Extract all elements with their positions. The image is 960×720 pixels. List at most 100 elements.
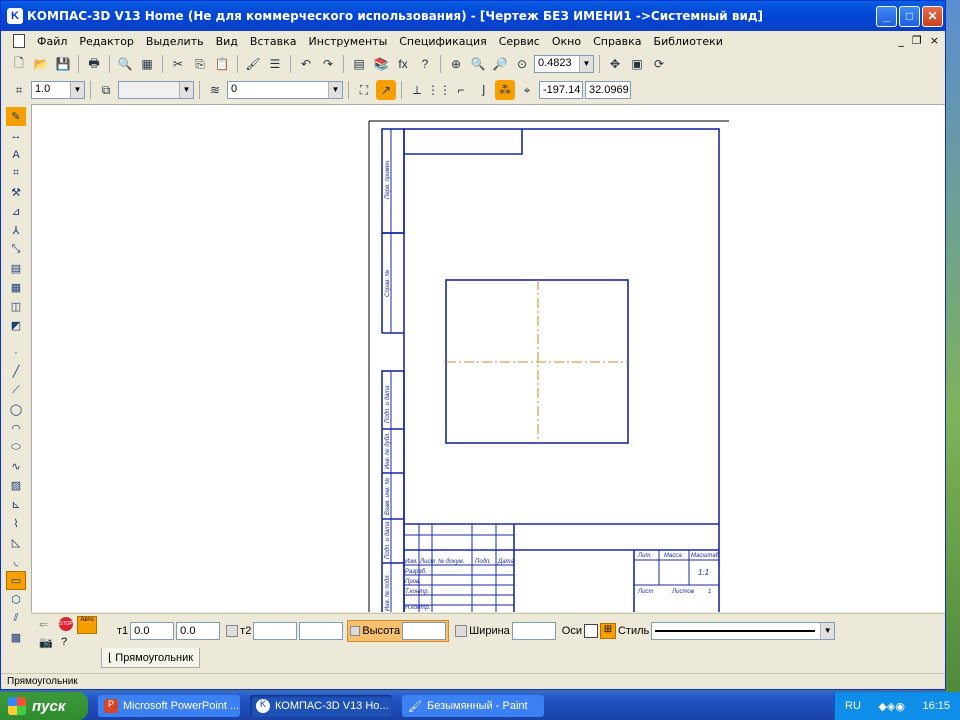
menu-specification[interactable]: Спецификация [393,35,492,48]
menu-libraries[interactable]: Библиотеки [648,35,729,48]
pan-icon[interactable]: ✥ [605,54,625,74]
layers-icon[interactable]: ≋ [205,80,225,100]
view-combo[interactable]: ▼ [118,81,194,99]
designations-panel-icon[interactable]: A [6,145,26,164]
copy-icon[interactable]: ⎘ [190,54,210,74]
fragments-panel-icon[interactable]: ◩ [6,316,26,335]
t1-y-field[interactable]: 0.0 [176,622,221,640]
help-icon[interactable]: ? [61,636,67,648]
axes-on-button[interactable]: ⊞ [599,623,616,639]
undo-icon[interactable]: ↶ [296,54,316,74]
maximize-button[interactable]: □ [899,5,920,27]
show-all-icon[interactable]: ▣ [627,54,647,74]
snap-mode-icon[interactable]: ↗ [376,80,396,100]
zoom-in-icon[interactable]: 🔍 [468,54,488,74]
drawing-canvas[interactable]: Перв. примен. Справ. № Подп. и дата Инв.… [31,104,945,612]
measure-panel-icon[interactable]: ⊿ [6,202,26,221]
polygon-icon[interactable]: ⬡ [6,590,26,609]
menu-edit[interactable]: Редактор [73,35,140,48]
cut-icon[interactable]: ✂ [168,54,188,74]
preview-icon[interactable]: 🔍 [115,54,135,74]
spline-icon[interactable]: ∿ [6,457,26,476]
tree-icon[interactable]: ▤ [349,54,369,74]
mdi-restore-button[interactable]: ❐ [912,34,922,47]
snap-icon[interactable]: ⌗ [9,80,29,100]
zoom-scale-icon[interactable]: ⊙ [512,54,532,74]
local-cs-icon[interactable]: ⌐ [451,80,471,100]
arc-icon[interactable]: ◠ [6,419,26,438]
menu-view[interactable]: Вид [210,35,244,48]
format-brush-icon[interactable]: 🖌 [243,54,263,74]
chamfer-icon[interactable]: ◺ [6,533,26,552]
chevron-down-icon[interactable]: ▼ [70,82,84,98]
edit-panel-icon[interactable]: ⌗ [6,164,26,183]
chevron-down-icon[interactable]: ▼ [179,82,193,98]
view-state-icon[interactable]: ⧉ [96,80,116,100]
coord-y-field[interactable]: 32.0969 [585,81,631,99]
polyline-icon[interactable]: ⊾ [6,495,26,514]
refresh-icon[interactable]: ⟳ [649,54,669,74]
clock[interactable]: 16:15 [922,700,950,712]
state-icon[interactable]: ⛶ [354,80,374,100]
menu-tools[interactable]: Инструменты [303,35,394,48]
zoom-out-icon[interactable]: 🔎 [490,54,510,74]
fillet-icon[interactable]: ◟ [6,552,26,571]
chevron-down-icon[interactable]: ▼ [328,82,342,98]
chevron-down-icon[interactable]: ▼ [579,56,593,72]
menu-help[interactable]: Справка [587,35,647,48]
arrow-left-icon[interactable]: ⇐ [39,618,48,631]
library-icon[interactable]: 📚 [371,54,391,74]
properties-icon[interactable]: ☰ [265,54,285,74]
axes-off-button[interactable] [583,624,598,638]
open-icon[interactable]: 📂 [31,54,51,74]
dimensions-panel-icon[interactable]: ↔ [6,126,26,145]
menu-file[interactable]: Файл [31,35,73,48]
aux-line-icon[interactable]: ╱ [6,362,26,381]
equidistant-icon[interactable]: ▩ [6,628,26,647]
point-icon[interactable]: · [6,343,26,362]
contour-icon[interactable]: ⫽ [6,609,26,628]
tab-rectangle[interactable]: ⌊ Прямоугольник [101,648,201,668]
menu-select[interactable]: Выделить [140,35,210,48]
manager-icon[interactable]: ▦ [137,54,157,74]
associative-panel-icon[interactable]: ⤡ [6,240,26,259]
insert-panel-icon[interactable]: ◫ [6,297,26,316]
menu-window[interactable]: Окно [546,35,587,48]
ortho-icon[interactable]: ⟂ [407,80,427,100]
chevron-down-icon[interactable]: ▼ [820,623,835,639]
circle-icon[interactable]: ◯ [6,400,26,419]
line-style-combo[interactable]: ▼ [651,622,836,640]
mdi-close-button[interactable]: × [930,34,939,47]
close-button[interactable]: ✕ [922,5,943,27]
geometry-panel-icon[interactable]: ✎ [6,107,26,126]
save-icon[interactable]: 💾 [53,54,73,74]
parametrize-panel-icon[interactable]: ⚒ [6,183,26,202]
camera-icon[interactable]: 📷 [39,636,53,649]
language-indicator[interactable]: RU [845,700,861,712]
scale-combo[interactable]: 1.0 ▼ [31,81,85,99]
paste-icon[interactable]: 📋 [212,54,232,74]
select-panel-icon[interactable]: ⅄ [6,221,26,240]
t2-x-field[interactable] [253,622,298,640]
width-field[interactable] [511,622,556,640]
task-paint[interactable]: 🖌 Безымянный - Paint [402,695,544,717]
mdi-minimize-button[interactable]: _ [898,34,904,47]
redo-icon[interactable]: ↷ [318,54,338,74]
task-powerpoint[interactable]: P Microsoft PowerPoint ... [98,695,240,717]
tray-icons[interactable]: ◆◈◉ [878,700,905,713]
t2-checkbox[interactable] [226,625,239,637]
start-button[interactable]: пуск [0,692,88,720]
coord-x-field[interactable]: -197.14 [539,81,583,99]
stop-button[interactable]: STOP [59,617,73,631]
new-document-icon[interactable]: 🗋 [9,54,29,74]
menu-insert[interactable]: Вставка [244,35,303,48]
title-bar[interactable]: K КОМПАС-3D V13 Home (Не для коммерческо… [1,1,945,31]
height-group[interactable]: Высота [347,620,450,642]
t1-x-field[interactable]: 0.0 [130,622,175,640]
menu-service[interactable]: Сервис [493,35,546,48]
snap-bindings-icon[interactable]: ⁂ [495,80,515,100]
minimize-button[interactable]: _ [876,5,897,27]
variables-icon[interactable]: fx [393,54,413,74]
spec-panel-icon[interactable]: ▤ [6,259,26,278]
auto-create-button[interactable]: Авто [77,616,97,634]
